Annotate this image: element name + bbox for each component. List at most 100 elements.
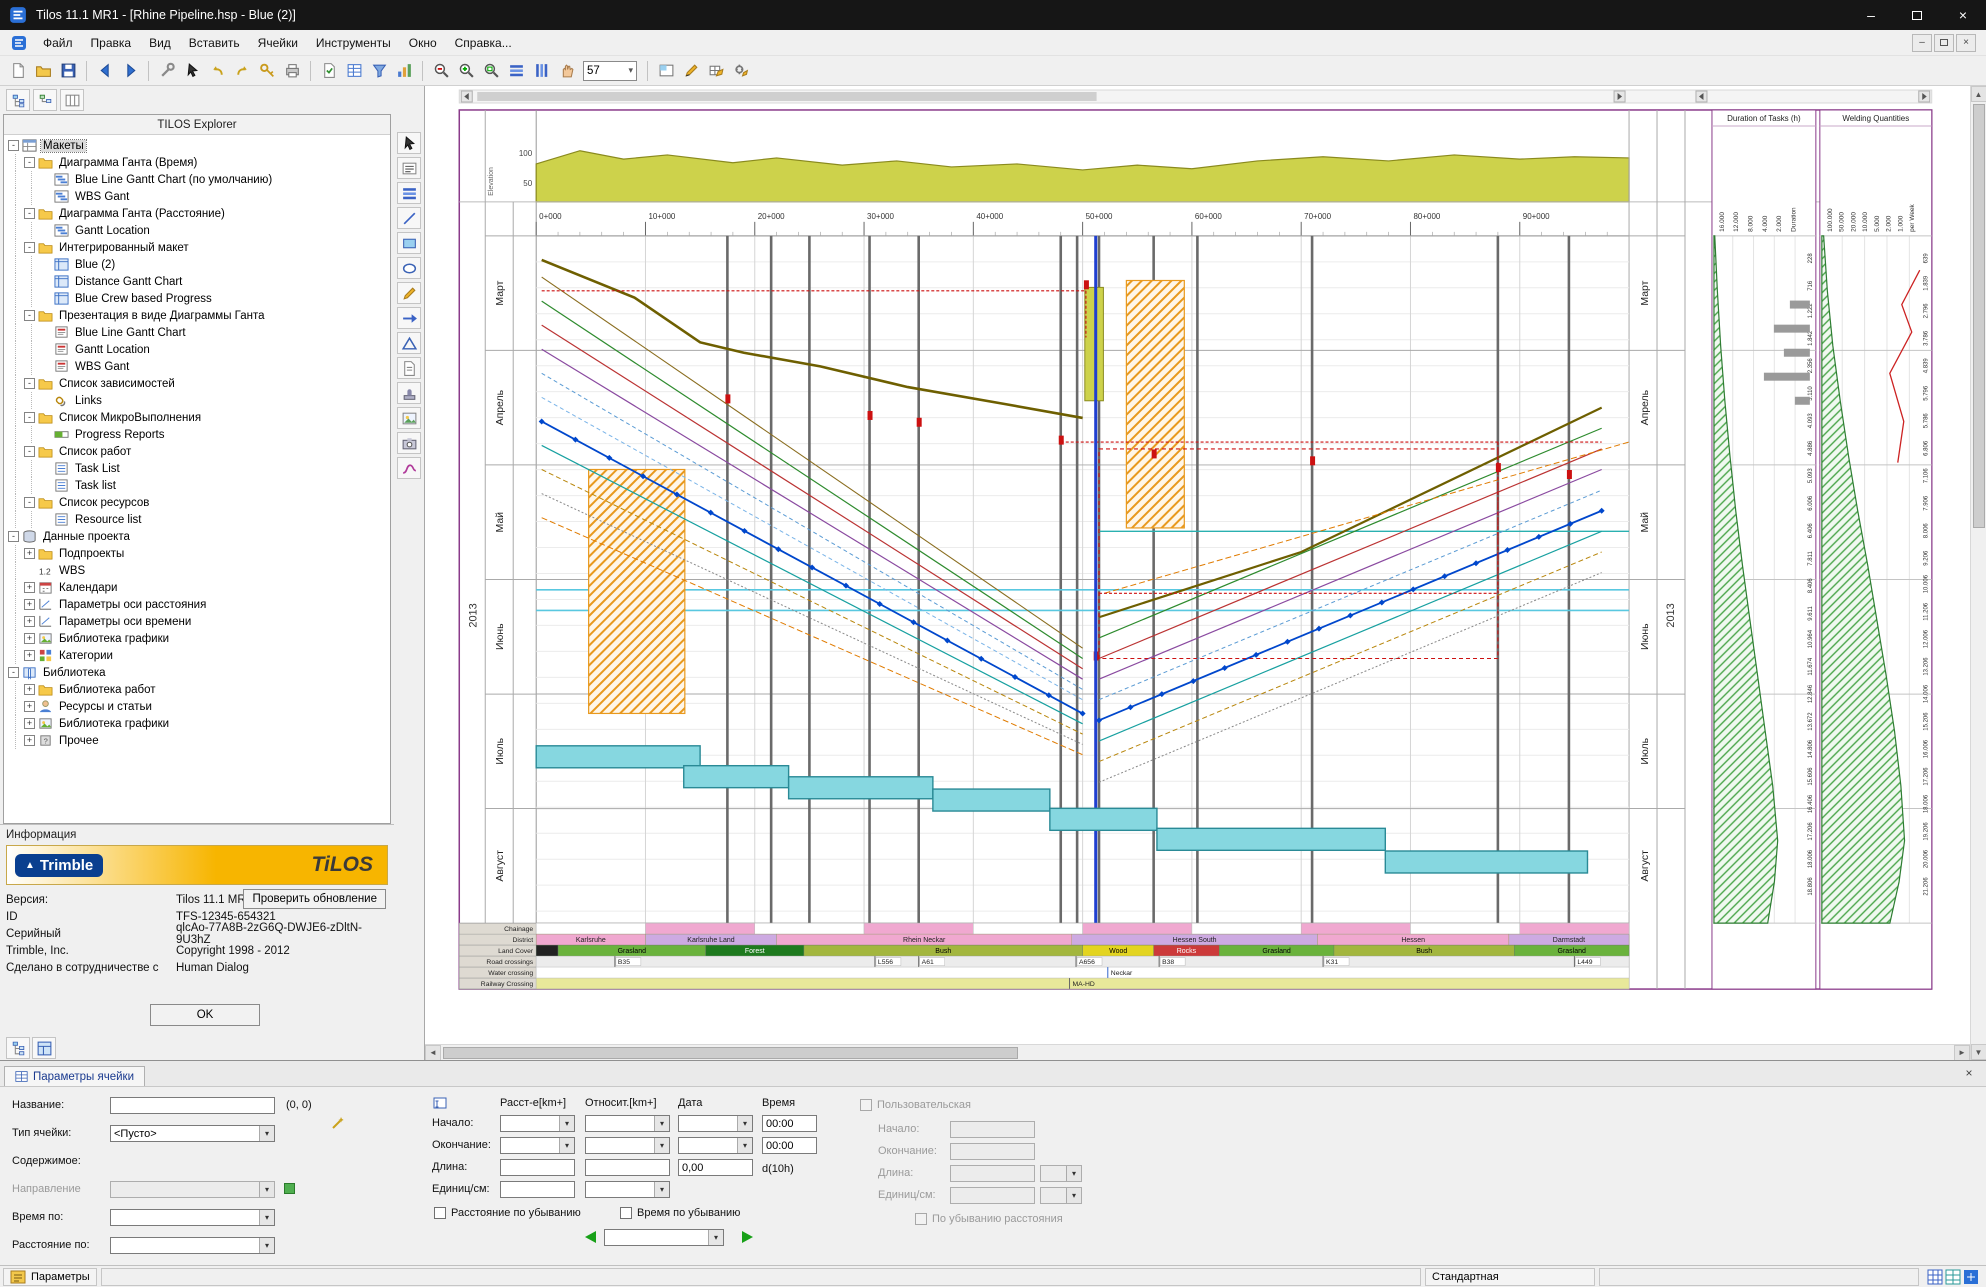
printer-button[interactable]: [280, 59, 304, 83]
cols-button[interactable]: [529, 59, 553, 83]
folder-open-button[interactable]: [31, 59, 55, 83]
collapse-icon[interactable]: -: [24, 157, 35, 168]
length-duration-input[interactable]: 0,00: [678, 1159, 753, 1176]
start-relative-select[interactable]: ▾: [585, 1115, 670, 1132]
stamp-button[interactable]: [397, 382, 421, 404]
statusbar-view-mode[interactable]: Стандартная: [1425, 1268, 1595, 1286]
tree-item[interactable]: WBS Gant: [4, 358, 390, 375]
next-cell-arrow-button[interactable]: [742, 1231, 753, 1243]
collapse-icon[interactable]: -: [24, 242, 35, 253]
vertical-scroll-track[interactable]: [1971, 102, 1986, 1044]
collapse-icon[interactable]: -: [24, 378, 35, 389]
tree-sync-button[interactable]: [33, 89, 57, 111]
curve-button[interactable]: [397, 457, 421, 479]
tree-item[interactable]: +Календари: [4, 579, 390, 596]
collapse-icon[interactable]: -: [8, 140, 19, 151]
expand-icon[interactable]: +: [24, 582, 35, 593]
cell-navigation-select[interactable]: ▾: [604, 1229, 724, 1246]
nav-forward-button[interactable]: [118, 59, 142, 83]
tree-item[interactable]: Progress Reports: [4, 426, 390, 443]
custom-length-input[interactable]: [950, 1165, 1035, 1182]
vertical-scrollbar[interactable]: ▲ ▼: [1970, 86, 1986, 1060]
tree-item[interactable]: -Макеты: [4, 137, 390, 154]
edit-gear-button[interactable]: [729, 59, 753, 83]
expand-icon[interactable]: +: [24, 718, 35, 729]
tree-item[interactable]: -Список работ: [4, 443, 390, 460]
ok-button[interactable]: OK: [150, 1004, 260, 1026]
end-distance-select[interactable]: ▾: [500, 1137, 575, 1154]
doc-new-button[interactable]: [6, 59, 30, 83]
tree-item[interactable]: Blue Line Gantt Chart (по умолчанию): [4, 171, 390, 188]
chart-button[interactable]: [392, 59, 416, 83]
explorer-tree[interactable]: -Макеты-Диаграмма Ганта (Время)Blue Line…: [4, 135, 390, 823]
rect-button[interactable]: [397, 232, 421, 254]
collapse-icon[interactable]: -: [24, 310, 35, 321]
color-swatch[interactable]: [284, 1183, 295, 1194]
layout-grid-blue-icon[interactable]: [1927, 1269, 1943, 1285]
start-distance-select[interactable]: ▾: [500, 1115, 575, 1132]
zoom-box-button[interactable]: [479, 59, 503, 83]
tree-item[interactable]: WBS Gant: [4, 188, 390, 205]
minimize-button[interactable]: –: [1848, 0, 1894, 30]
direction-select[interactable]: ▾: [110, 1181, 275, 1198]
tree-item[interactable]: +Параметры оси расстояния: [4, 596, 390, 613]
mdi-restore-button[interactable]: [1934, 34, 1954, 52]
tree-item[interactable]: +?Прочее: [4, 732, 390, 749]
tree-item[interactable]: 1.2WBS: [4, 562, 390, 579]
horizontal-scrollbar[interactable]: ◄ ►: [425, 1044, 1970, 1060]
statusbar-parameters[interactable]: Параметры: [3, 1268, 97, 1286]
layout-grid-teal-icon[interactable]: [1945, 1269, 1961, 1285]
collapse-icon[interactable]: -: [24, 412, 35, 423]
tree-item[interactable]: -Список зависимостей: [4, 375, 390, 392]
menu-item[interactable]: Справка...: [446, 32, 521, 54]
tree-item[interactable]: Gantt Location: [4, 222, 390, 239]
layout-tab-button[interactable]: [32, 1037, 56, 1059]
chart-canvas[interactable]: 10050Elevation0+00010+00020+00030+00040+…: [425, 86, 1970, 1044]
tree-columns-button[interactable]: [60, 89, 84, 111]
expand-icon[interactable]: +: [24, 650, 35, 661]
custom-checkbox[interactable]: Пользовательская: [860, 1099, 971, 1111]
tab-cell-parameters[interactable]: Параметры ячейки: [4, 1066, 145, 1086]
cell-button[interactable]: [654, 59, 678, 83]
menu-item[interactable]: Вид: [140, 32, 180, 54]
tree-item[interactable]: Task List: [4, 460, 390, 477]
chart-top-scrollbar[interactable]: [459, 90, 1931, 103]
custom-units-input[interactable]: [950, 1187, 1035, 1204]
tree-item[interactable]: -Библиотека: [4, 664, 390, 681]
start-time-input[interactable]: 00:00: [762, 1115, 817, 1132]
wand-icon[interactable]: [330, 1115, 346, 1131]
scroll-left-icon[interactable]: ◄: [425, 1045, 441, 1061]
horizontal-scroll-thumb[interactable]: [443, 1047, 1018, 1059]
note-button[interactable]: [397, 357, 421, 379]
collapse-icon[interactable]: -: [24, 497, 35, 508]
arrow-button[interactable]: [397, 307, 421, 329]
collapse-icon[interactable]: -: [8, 667, 19, 678]
zoom-out-button[interactable]: [429, 59, 453, 83]
zoom-in-button[interactable]: [454, 59, 478, 83]
pencil-button[interactable]: [397, 282, 421, 304]
expand-icon[interactable]: +: [24, 735, 35, 746]
ellipse-button[interactable]: [397, 257, 421, 279]
length-distance-input[interactable]: [500, 1159, 575, 1176]
key-button[interactable]: [255, 59, 279, 83]
distance-descending-checkbox[interactable]: Расстояние по убыванию: [434, 1207, 581, 1219]
time-location-chart[interactable]: 10050Elevation0+00010+00020+00030+00040+…: [425, 86, 1970, 1044]
expand-icon[interactable]: +: [24, 633, 35, 644]
close-button[interactable]: ×: [1940, 0, 1986, 30]
check-update-button[interactable]: Проверить обновление: [243, 889, 386, 909]
menu-item[interactable]: Окно: [400, 32, 446, 54]
line-button[interactable]: [397, 207, 421, 229]
rows3-button[interactable]: [397, 182, 421, 204]
image-button[interactable]: [397, 407, 421, 429]
rows-button[interactable]: [504, 59, 528, 83]
wrench-button[interactable]: [155, 59, 179, 83]
tree-item[interactable]: +Библиотека работ: [4, 681, 390, 698]
scroll-right-icon[interactable]: ►: [1954, 1045, 1970, 1061]
nav-back-button[interactable]: [93, 59, 117, 83]
expand-icon[interactable]: +: [24, 684, 35, 695]
expand-icon[interactable]: +: [24, 548, 35, 559]
tree-item[interactable]: Blue (2): [4, 256, 390, 273]
mdi-minimize-button[interactable]: –: [1912, 34, 1932, 52]
tree-item[interactable]: +Подпроекты: [4, 545, 390, 562]
mdi-close-button[interactable]: ×: [1956, 34, 1976, 52]
